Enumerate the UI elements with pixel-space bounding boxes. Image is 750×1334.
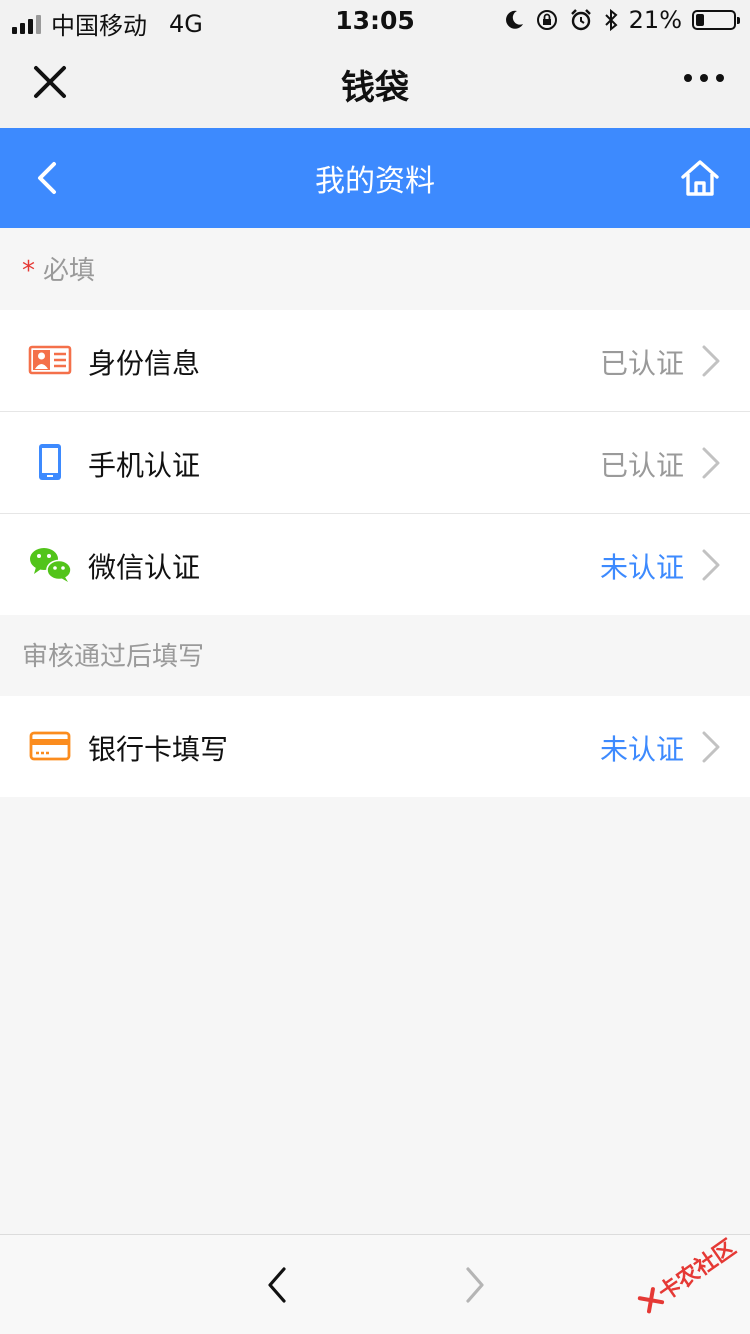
app-title: 钱袋 (341, 68, 409, 108)
after-review-list: 银行卡填写 未认证 (0, 696, 750, 797)
phone-icon (39, 444, 61, 480)
status-text: 未认证 (599, 551, 684, 584)
status-bar: 中国移动 4G 13:05 21% (0, 0, 750, 40)
chevron-left-icon (268, 1267, 286, 1303)
moon-icon (505, 10, 523, 29)
id-card-icon (28, 345, 72, 375)
required-star: * (22, 256, 35, 286)
wechat-icon (30, 548, 72, 582)
alarm-icon (570, 9, 591, 31)
title-bar: 钱袋 (0, 40, 750, 128)
more-icon (684, 74, 692, 82)
status-text: 已认证 (599, 449, 684, 482)
rotation-lock-icon (536, 10, 557, 30)
battery-fill (696, 14, 704, 26)
required-label-text: 必填 (43, 256, 96, 286)
list-item-identity[interactable]: 身份信息 已认证 (0, 310, 750, 412)
wallet-profile-page: 中国移动 4G 13:05 21% 钱袋 我的资料 * 必填 身份信息 已认证 … (0, 0, 750, 1334)
status-text: 未认证 (599, 733, 684, 766)
required-section-label: * 必填 (22, 250, 95, 287)
item-label: 身份信息 (88, 347, 201, 380)
list-item-bank-card[interactable]: 银行卡填写 未认证 (0, 696, 750, 797)
chevron-right-icon (466, 1267, 484, 1303)
chevron-right-icon (702, 731, 720, 763)
browser-forward-button[interactable] (460, 1265, 490, 1305)
more-button[interactable] (684, 74, 724, 82)
battery-icon (692, 10, 740, 30)
after-review-section-label: 审核通过后填写 (22, 642, 205, 672)
battery-percent: 21% (628, 6, 682, 34)
watermark-text: 卡农社区 (654, 1235, 741, 1307)
chevron-right-icon (702, 345, 720, 377)
home-button[interactable] (678, 156, 722, 200)
list-item-wechat[interactable]: 微信认证 未认证 (0, 514, 750, 615)
page-header: 我的资料 (0, 128, 750, 228)
bank-card-icon (29, 731, 71, 761)
bottom-nav-bar: 卡农社区 (0, 1234, 750, 1334)
item-label: 手机认证 (88, 449, 201, 482)
bluetooth-icon (604, 8, 618, 32)
chevron-right-icon (702, 447, 720, 479)
chevron-right-icon (702, 549, 720, 581)
status-right: 21% (503, 6, 740, 34)
watermark: 卡农社区 (633, 1230, 741, 1319)
page-title: 我的资料 (315, 164, 435, 199)
home-icon (681, 160, 719, 196)
status-text: 已认证 (599, 347, 684, 380)
item-label: 微信认证 (88, 551, 201, 584)
list-item-phone[interactable]: 手机认证 已认证 (0, 412, 750, 514)
item-label: 银行卡填写 (88, 733, 229, 766)
required-list: 身份信息 已认证 手机认证 已认证 微信认证 未认证 (0, 310, 750, 615)
browser-back-button[interactable] (262, 1265, 292, 1305)
